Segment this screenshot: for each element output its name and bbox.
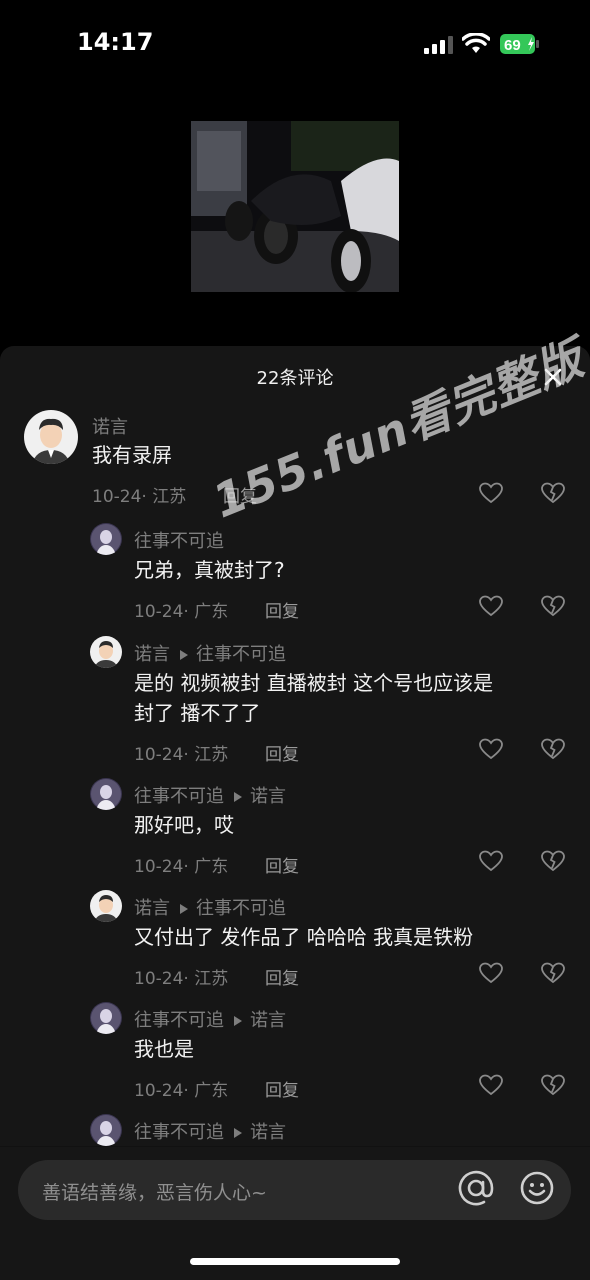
commenter-name[interactable]: 诺言 <box>92 413 128 439</box>
reply-button[interactable]: 回复 <box>265 740 299 765</box>
battery-icon: 69 <box>500 34 539 54</box>
reply-arrow-icon <box>180 650 188 660</box>
reply-arrow-icon <box>234 792 242 802</box>
reply-arrow-icon <box>180 904 188 914</box>
reply-button[interactable]: 回复 <box>223 482 257 507</box>
comment-count-title: 22条评论 <box>256 368 334 389</box>
battery-level: 69 <box>504 37 521 54</box>
broken-heart-icon[interactable] <box>541 850 565 872</box>
commenter-name[interactable]: 诺言 往事不可追 <box>134 640 286 666</box>
comment-text-line2: 封了 播不了了 <box>134 701 261 725</box>
broken-heart-icon[interactable] <box>541 738 565 760</box>
close-icon[interactable] <box>540 364 566 390</box>
reply-button[interactable]: 回复 <box>265 597 299 622</box>
home-indicator <box>190 1258 400 1265</box>
comment-text: 那好吧，哎 <box>134 813 234 837</box>
comment-text: 又付出了 发作品了 哈哈哈 我真是铁粉 <box>134 925 474 949</box>
reply-arrow-icon <box>234 1128 242 1138</box>
comment-text: 我也是 <box>134 1037 194 1061</box>
comment-meta: 10-24· 江苏 <box>134 969 229 989</box>
heart-icon[interactable] <box>479 738 503 760</box>
status-time: 14:17 <box>77 28 154 56</box>
at-icon[interactable] <box>458 1170 494 1206</box>
emoji-icon[interactable] <box>519 1170 555 1206</box>
broken-heart-icon[interactable] <box>541 482 565 504</box>
comment-text-line1: 是的 视频被封 直播被封 这个号也应该是 <box>134 671 494 695</box>
avatar[interactable] <box>90 636 122 668</box>
heart-icon[interactable] <box>479 482 503 504</box>
wifi-icon <box>462 33 490 53</box>
avatar[interactable] <box>90 890 122 922</box>
heart-icon[interactable] <box>479 962 503 984</box>
video-preview[interactable] <box>191 121 399 292</box>
comment-text: 我有录屏 <box>92 443 172 467</box>
avatar[interactable] <box>90 523 122 555</box>
avatar[interactable] <box>90 1002 122 1034</box>
reply-button[interactable]: 回复 <box>265 1076 299 1101</box>
reply-button[interactable]: 回复 <box>265 852 299 877</box>
comment-meta: 10-24· 江苏 <box>92 487 187 507</box>
heart-icon[interactable] <box>479 595 503 617</box>
avatar[interactable] <box>90 778 122 810</box>
heart-icon[interactable] <box>479 850 503 872</box>
motorcycles-image <box>191 121 399 292</box>
avatar[interactable] <box>90 1114 122 1146</box>
broken-heart-icon[interactable] <box>541 1074 565 1096</box>
comment-meta: 10-24· 广东 <box>134 602 229 622</box>
commenter-name[interactable]: 诺言 往事不可追 <box>134 894 286 920</box>
comment-meta: 10-24· 广东 <box>134 1081 229 1101</box>
commenter-name[interactable]: 往事不可追 <box>134 527 224 553</box>
avatar[interactable] <box>24 410 78 464</box>
cellular-signal-icon <box>424 36 453 54</box>
broken-heart-icon[interactable] <box>541 595 565 617</box>
reply-button[interactable]: 回复 <box>265 964 299 989</box>
comment-input-placeholder: 善语结善缘，恶言伤人心~ <box>42 1182 267 1204</box>
heart-icon[interactable] <box>479 1074 503 1096</box>
reply-arrow-icon <box>234 1016 242 1026</box>
comment-text: 兄弟，真被封了? <box>134 558 285 582</box>
commenter-name[interactable]: 往事不可追 诺言 <box>134 1118 286 1144</box>
comment-meta: 10-24· 广东 <box>134 857 229 877</box>
broken-heart-icon[interactable] <box>541 962 565 984</box>
status-bar: 14:17 69 <box>0 0 590 90</box>
comment-meta: 10-24· 江苏 <box>134 745 229 765</box>
commenter-name[interactable]: 往事不可追 诺言 <box>134 782 286 808</box>
commenter-name[interactable]: 往事不可追 诺言 <box>134 1006 286 1032</box>
